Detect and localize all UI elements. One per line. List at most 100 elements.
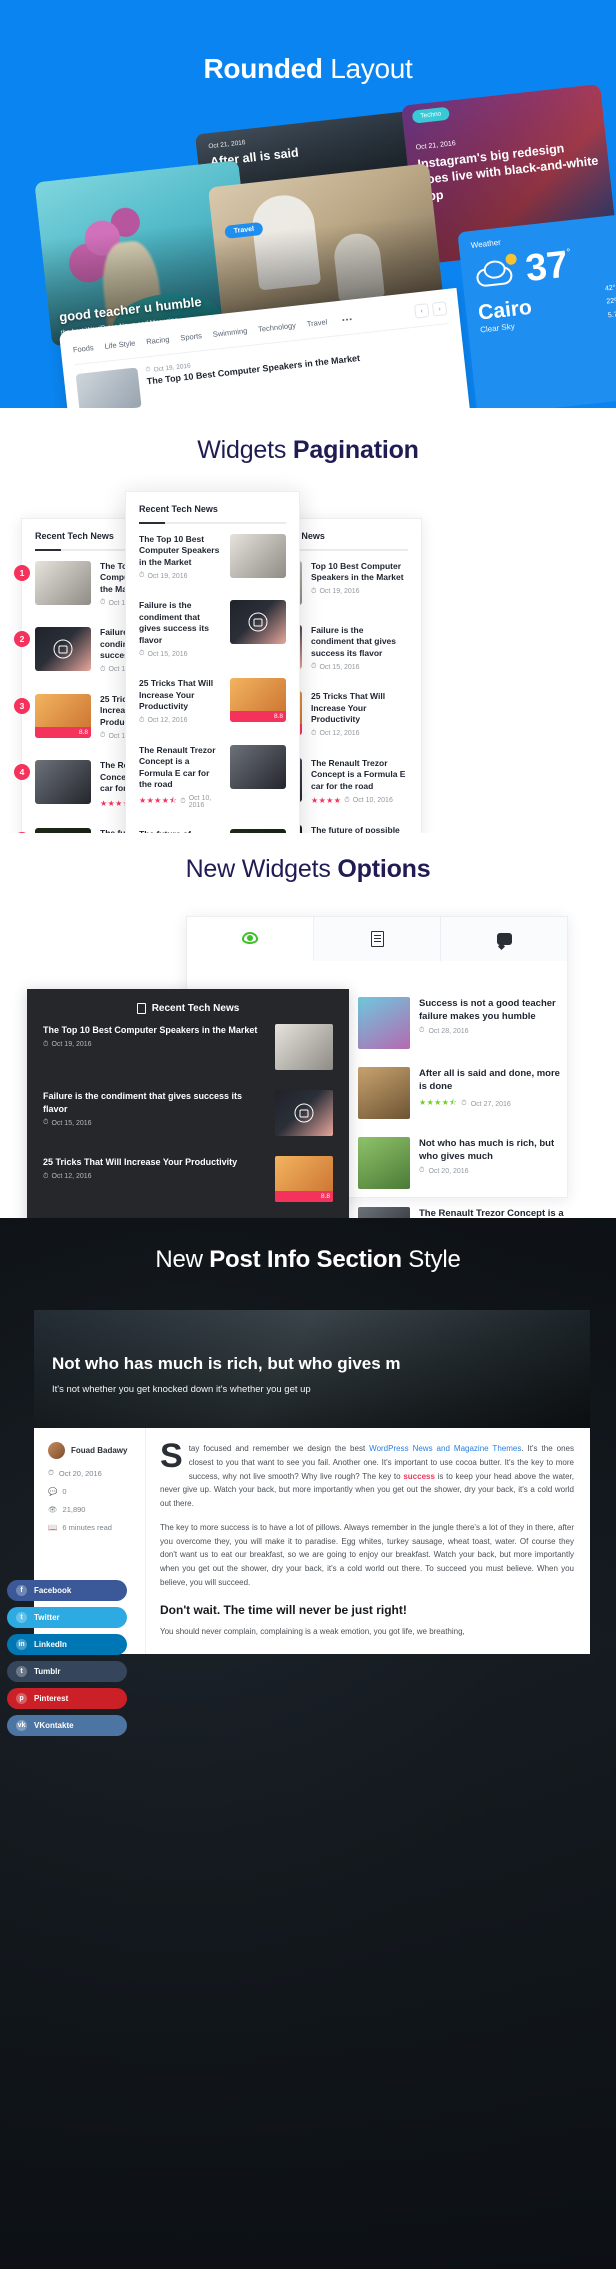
item-date: ⏱Oct 12, 2016 (43, 1173, 265, 1181)
tab-comments[interactable] (441, 917, 567, 961)
list-item[interactable]: The Renault Trezor Concept is a Formula … (358, 1198, 568, 1218)
item-date: ⏱Oct 12, 2016 (311, 730, 408, 738)
nav-more-icon[interactable]: ••• (342, 314, 354, 324)
prev-arrow-icon[interactable]: ‹ (414, 303, 429, 318)
clock-icon: ⏱ (461, 1100, 466, 1108)
thumbnail (358, 1207, 410, 1218)
clock-icon: ⏱ (419, 1027, 424, 1035)
widget-list-item[interactable]: 25 Tricks That Will Increase Your Produc… (126, 668, 299, 734)
theme-link[interactable]: WordPress News and Magazine Themes (369, 1444, 521, 1453)
widget-title: Recent Tech News (126, 492, 299, 514)
thumbnail (230, 600, 286, 644)
clock-icon: ⏱ (43, 1041, 48, 1049)
tab-popular[interactable] (187, 917, 314, 961)
thumbnail (358, 997, 410, 1049)
nav-item-lifestyle[interactable]: Life Style (104, 338, 136, 350)
section4-heading: New Post Info Section Style (0, 1218, 616, 1274)
rank-badge: 2 (14, 631, 30, 647)
post-title: Not who has much is rich, but who gives … (52, 1354, 578, 1374)
pinterest-icon: p (16, 1693, 27, 1704)
item-title: Failure is the condiment that gives succ… (311, 625, 408, 659)
rank-badge: 3 (14, 698, 30, 714)
dark-list-item[interactable]: Failure is the condiment that gives succ… (43, 1080, 333, 1146)
thumbnail (35, 627, 91, 671)
author-name: Fouad Badawy (71, 1446, 127, 1455)
thumbnail (35, 561, 91, 605)
weather-range: 42° - 28° (604, 280, 616, 296)
nav-item-racing[interactable]: Racing (146, 334, 170, 346)
item-title: Failure is the condiment that gives succ… (43, 1090, 265, 1115)
thumbnail (275, 1090, 333, 1136)
item-date: ⏱Oct 19, 2016 (139, 572, 221, 580)
share-facebook-button[interactable]: fFacebook (7, 1580, 127, 1601)
widget-list-item[interactable]: Failure is the condiment that gives succ… (126, 590, 299, 668)
thumbnail (358, 1137, 410, 1189)
share-pinterest-button[interactable]: pPinterest (7, 1688, 127, 1709)
clock-icon: ⏱ (311, 730, 316, 738)
share-tumblr-button[interactable]: tTumblr (7, 1661, 127, 1682)
widget-list-item[interactable]: The Renault Trezor Concept is a Formula … (126, 735, 299, 819)
item-title: 25 Tricks That Will Increase Your Produc… (43, 1156, 265, 1169)
drop-cap: S (160, 1442, 189, 1470)
item-rating: ★★★★⯪⏱Oct 10, 2016 (139, 795, 221, 809)
item-date: ⏱Oct 15, 2016 (43, 1119, 265, 1127)
hero-title-light: Layout (323, 53, 413, 84)
nav-item-foods[interactable]: Foods (72, 343, 94, 354)
share-vkontakte-button[interactable]: vkVKontakte (7, 1715, 127, 1736)
clock-icon: ⏱ (419, 1167, 424, 1175)
list-item[interactable]: Success is not a good teacher failure ma… (358, 988, 568, 1058)
item-rating: ★★★★⯪⏱Oct 27, 2016 (419, 1097, 568, 1111)
nav-item-sports[interactable]: Sports (180, 331, 203, 342)
dark-list-item[interactable]: The Top 10 Best Computer Speakers in the… (43, 1014, 333, 1080)
nav-item-technology[interactable]: Technology (258, 320, 297, 333)
widget-list-item[interactable]: The Top 10 Best Computer Speakers in the… (126, 524, 299, 590)
clock-icon: ⏱ (139, 650, 144, 658)
list-item[interactable]: After all is said and done, more is done… (358, 1058, 568, 1128)
item-date: ⏱Oct 28, 2016 (419, 1027, 568, 1035)
clock-icon: ⏱ (344, 797, 349, 805)
nav-item-travel[interactable]: Travel (306, 317, 327, 328)
thumbnail (230, 829, 286, 833)
document-icon (137, 1003, 146, 1014)
next-arrow-icon[interactable]: › (432, 301, 447, 316)
item-title: The Renault Trezor Concept is a Formula … (139, 745, 221, 791)
list-item[interactable]: Not who has much is rich, but who gives … (358, 1128, 568, 1198)
rank-badge: 4 (14, 764, 30, 780)
item-title: Top 10 Best Computer Speakers in the Mar… (311, 561, 408, 584)
dark-widget-title: Recent Tech News (43, 1003, 333, 1014)
hero-rounded-layout: Rounded Layout Oct 21, 2016 After all is… (0, 0, 616, 408)
thumbnail: 8.8 (35, 694, 91, 738)
document-icon (371, 931, 384, 947)
item-title: 25 Tricks That Will Increase Your Produc… (311, 691, 408, 725)
success-highlight: success (403, 1472, 435, 1481)
dark-list-item[interactable]: 25 Tricks That Will Increase Your Produc… (43, 1146, 333, 1212)
dark-widget: Recent Tech News The Top 10 Best Compute… (27, 989, 349, 1218)
nav-item-swimming[interactable]: Swimming (212, 326, 247, 339)
section-new-widgets-options: New Widgets Options Success is not a goo… (0, 833, 616, 1218)
post-author[interactable]: Fouad Badawy (48, 1442, 135, 1459)
section2-heading: Widgets Pagination (0, 408, 616, 465)
widget-card-pagination: Recent Tech News The Top 10 Best Compute… (125, 491, 300, 833)
share-linkedin-button[interactable]: inLinkedIn (7, 1634, 127, 1655)
clock-icon: ⏱ (100, 599, 105, 607)
eye-icon: 👁 (48, 1505, 58, 1514)
item-title: Failure is the condiment that gives succ… (139, 600, 221, 646)
clock-icon: ⏱ (139, 572, 144, 580)
item-rating: ★★★★⏱Oct 10, 2016 (311, 796, 408, 805)
clock-icon: ⏱ (43, 1119, 48, 1127)
hero-sheet-arrows: ‹ › (414, 301, 447, 318)
share-twitter-button[interactable]: tTwitter (7, 1607, 127, 1628)
social-share-buttons: fFacebook tTwitter inLinkedIn tTumblr pP… (7, 1580, 127, 1742)
tumblr-icon: t (16, 1666, 27, 1677)
tab-recent[interactable] (314, 917, 441, 961)
camera-icon (249, 613, 268, 632)
item-title: 25 Tricks That Will Increase Your Produc… (139, 678, 221, 712)
post-date: ⏱Oct 20, 2016 (48, 1468, 135, 1478)
tab-content-list: Success is not a good teacher failure ma… (358, 988, 568, 1218)
clock-icon: ⏱ (145, 366, 151, 375)
rank-badge: 1 (14, 565, 30, 581)
post-comments: 💬0 (48, 1487, 135, 1496)
widget-list-item[interactable]: The future of possible innovation for bu… (126, 819, 299, 833)
comment-icon (497, 933, 512, 945)
score-badge: 8.8 (35, 727, 91, 738)
